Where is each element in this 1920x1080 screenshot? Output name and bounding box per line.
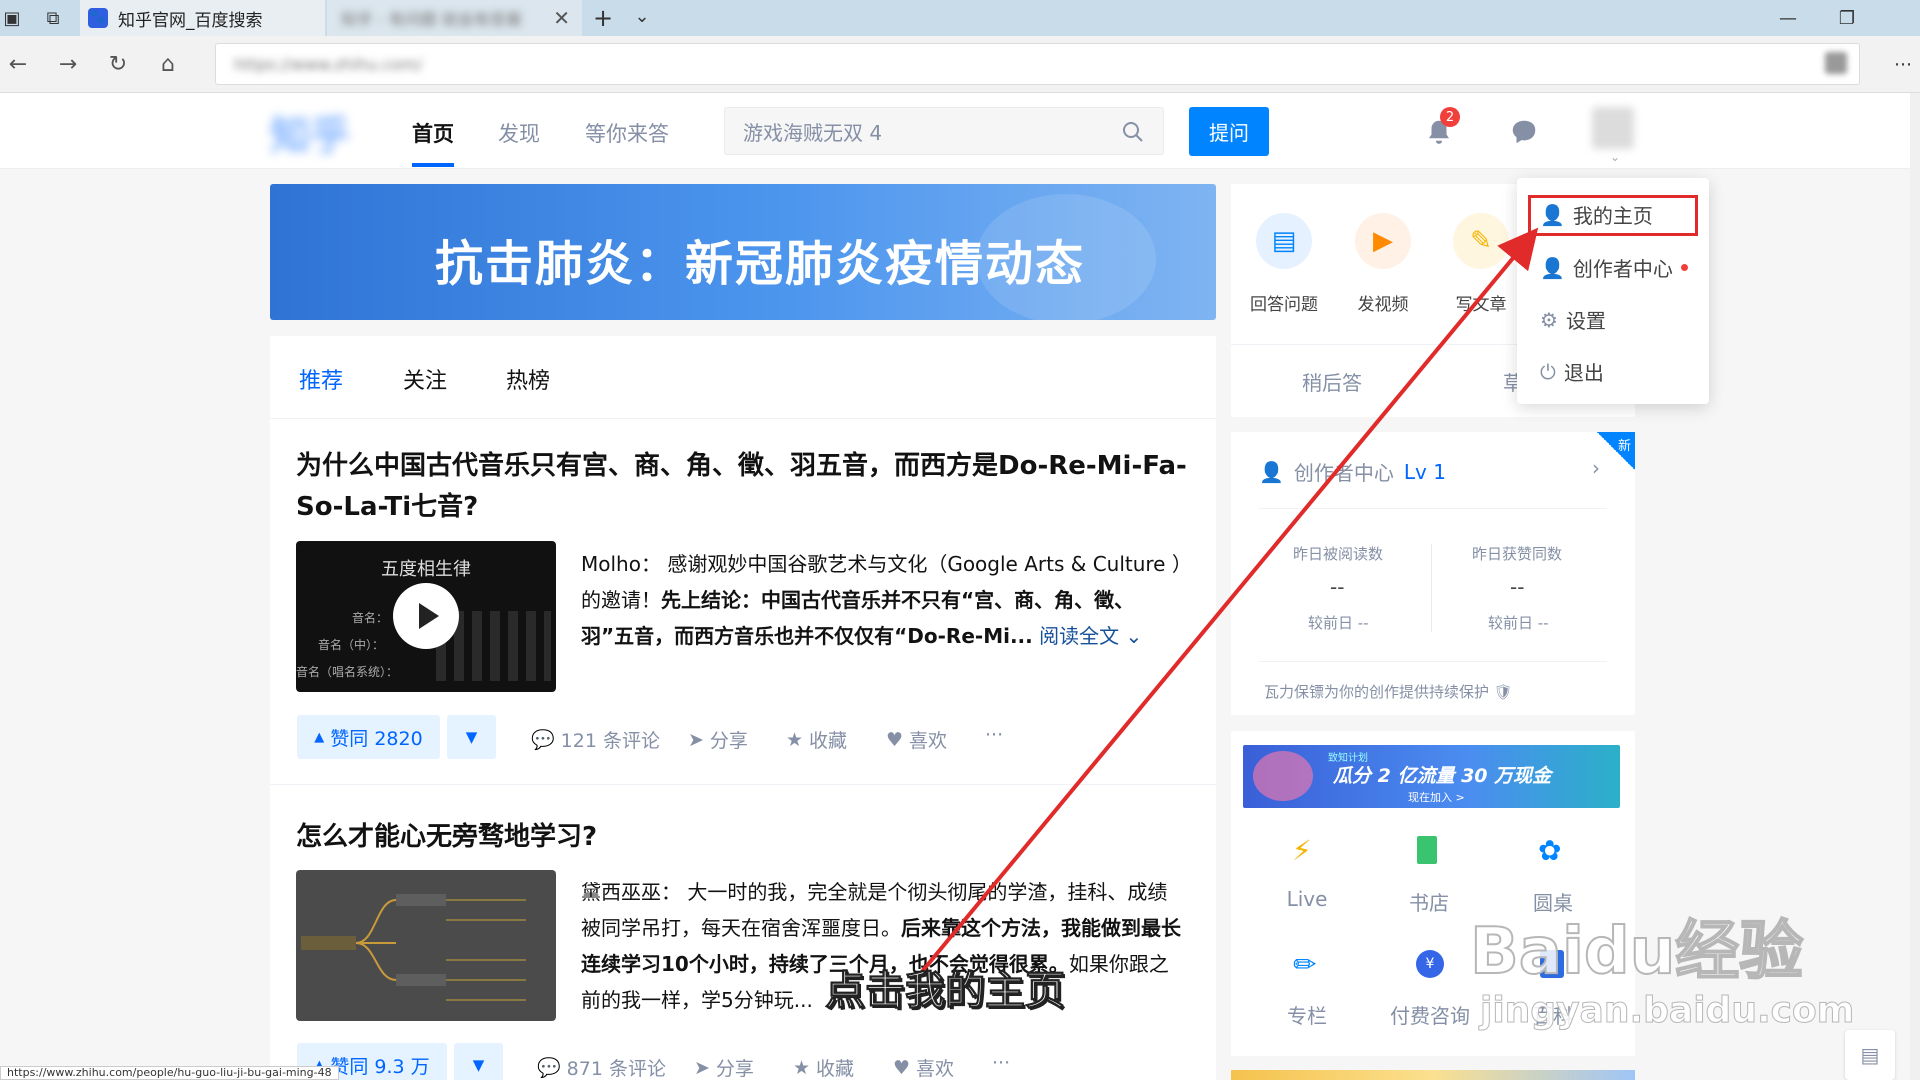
- annotation-caption: 点击我的主页: [825, 968, 1066, 1015]
- watermark-url: jingyan.baidu.com: [1479, 990, 1855, 1032]
- status-bar-url: https://www.zhihu.com/people/hu-guo-liu-…: [0, 1066, 339, 1080]
- baidu-watermark: Baidu经验: [1469, 914, 1804, 990]
